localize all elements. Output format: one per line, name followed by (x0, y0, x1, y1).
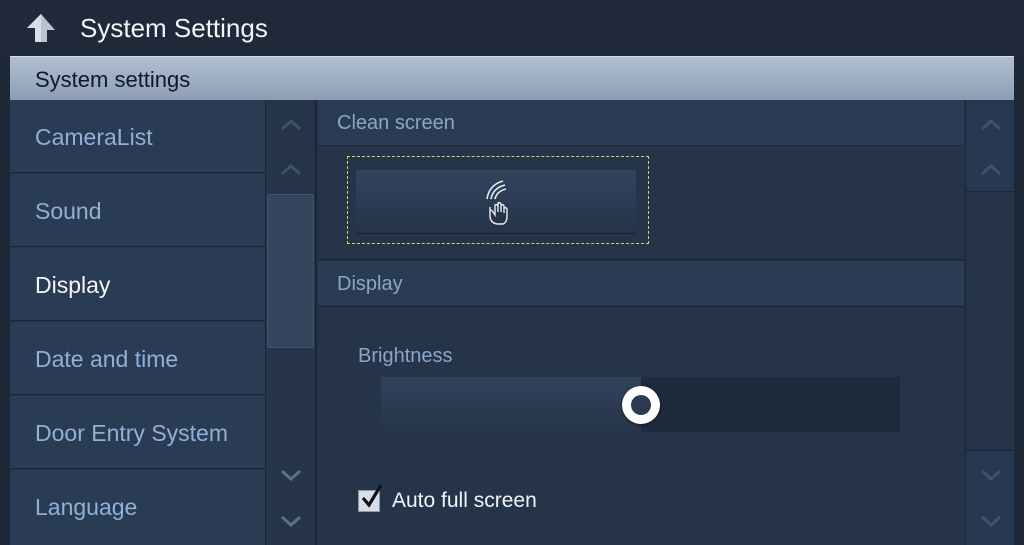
top-bar: System Settings (0, 0, 1024, 56)
menu-item-label: Date and time (35, 346, 179, 372)
chevron-down-icon (980, 515, 1001, 527)
auto-full-screen-checkbox[interactable] (358, 484, 383, 512)
chevron-down-icon (280, 469, 301, 481)
chevron-up-icon (980, 119, 1001, 131)
scroll-top-button[interactable] (266, 102, 315, 148)
chevron-up-icon (980, 164, 1001, 176)
brightness-slider[interactable] (381, 377, 900, 432)
menu-item-display[interactable]: Display (10, 248, 265, 321)
menu-item-sound[interactable]: Sound (10, 174, 265, 247)
menu-item-label: Language (35, 494, 138, 520)
display-title: Display (337, 273, 403, 295)
clean-screen-header: Clean screen (318, 100, 964, 146)
scroll-down-button[interactable] (266, 452, 315, 498)
divider (315, 100, 317, 545)
content-scroll-down-button[interactable] (966, 452, 1015, 498)
menu-item-door-entry-system[interactable]: Door Entry System (10, 396, 265, 469)
settings-menu: CameraList Sound Display Date and time D… (10, 100, 265, 545)
menu-item-label: CameraList (35, 124, 153, 150)
section-title: System settings (35, 67, 191, 92)
chevron-up-icon (280, 119, 301, 131)
scroll-up-button[interactable] (266, 147, 315, 193)
hand-wipe-icon (486, 179, 508, 225)
menu-item-label: Display (35, 272, 111, 298)
content-scrollbar[interactable] (965, 100, 1014, 545)
clean-screen-button[interactable] (356, 170, 636, 233)
section-header: System settings (10, 56, 1014, 100)
brightness-label: Brightness (358, 345, 453, 367)
chevron-down-icon (280, 515, 301, 527)
back-button[interactable] (22, 10, 60, 46)
chevron-down-icon (980, 469, 1001, 481)
brightness-fill (381, 377, 641, 432)
menu-item-label: Door Entry System (35, 420, 228, 446)
menu-item-cameralist[interactable]: CameraList (10, 100, 265, 173)
auto-full-screen-toggle[interactable]: Auto full screen (358, 484, 537, 516)
menu-item-language[interactable]: Language (10, 470, 265, 545)
menu-item-date-and-time[interactable]: Date and time (10, 322, 265, 395)
menu-scrollbar[interactable] (266, 100, 315, 545)
brightness-slider-knob[interactable] (622, 386, 660, 424)
auto-full-screen-label: Auto full screen (392, 489, 537, 512)
scroll-bottom-button[interactable] (266, 498, 315, 544)
content-scroll-bottom-button[interactable] (966, 498, 1015, 544)
clean-screen-title: Clean screen (337, 112, 455, 134)
checkmark-icon (361, 484, 383, 508)
back-arrow-icon (27, 14, 55, 42)
display-header: Display (318, 261, 964, 307)
menu-item-label: Sound (35, 198, 102, 224)
scroll-thumb[interactable] (267, 194, 314, 348)
content-scroll-up-button[interactable] (966, 147, 1015, 193)
chevron-up-icon (280, 164, 301, 176)
content-scroll-top-button[interactable] (966, 102, 1015, 148)
app-title: System Settings (80, 13, 268, 43)
